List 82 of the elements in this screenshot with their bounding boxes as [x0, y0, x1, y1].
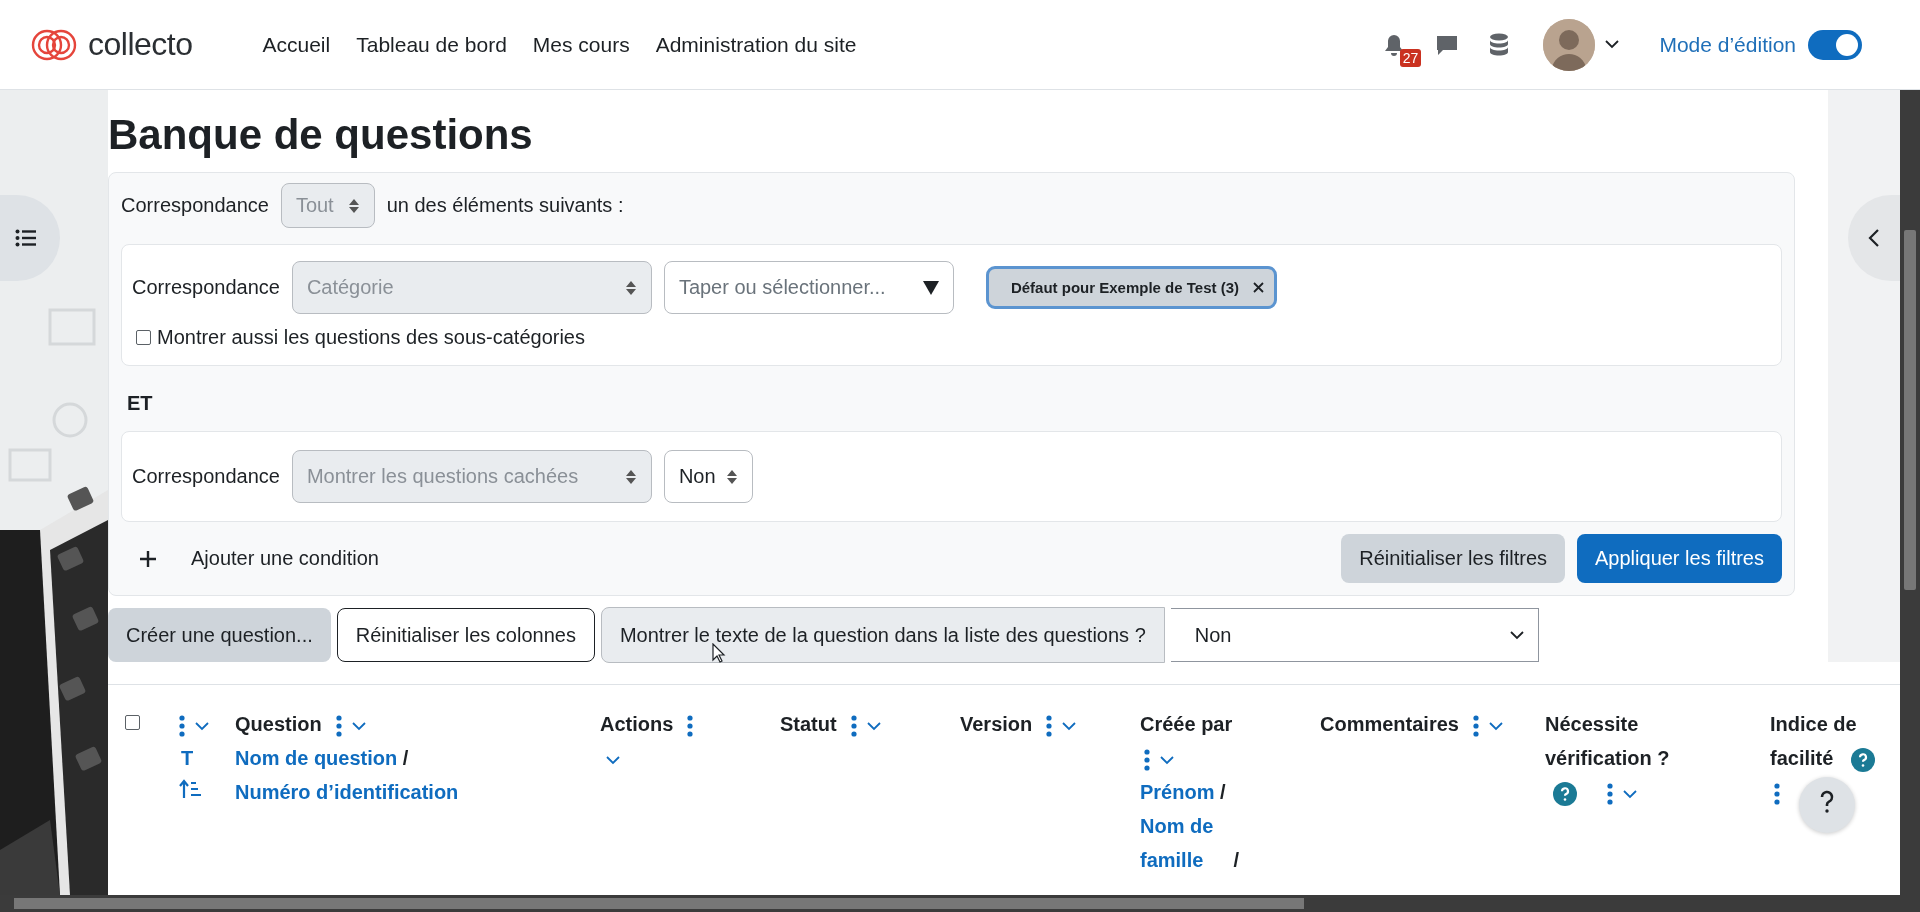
chevron-down-icon: [1160, 755, 1174, 765]
sort-link[interactable]: T: [181, 741, 194, 776]
match-suffix: un des éléments suivants :: [386, 194, 624, 218]
show-text-select[interactable]: Non: [1170, 608, 1539, 663]
add-condition-button[interactable]: Ajouter une condition: [121, 539, 397, 579]
column-header: Commentaires: [1320, 713, 1459, 736]
select-label: Montrer le texte de la question dans la liste des questions ?: [600, 607, 1165, 664]
nav-link[interactable]: Tableau de bord: [356, 32, 507, 57]
reset-columns-button[interactable]: Réinitialiser les colonnes: [336, 608, 595, 663]
column-header: Statut: [780, 713, 837, 736]
chevron-down-icon: [351, 721, 366, 731]
reset-filters-button[interactable]: Réinitialiser les filtres: [1341, 534, 1566, 584]
checkbox[interactable]: [136, 330, 151, 346]
chevron-down-icon: [195, 721, 209, 731]
nav-link[interactable]: Accueil: [262, 32, 331, 57]
chevron-down-icon: [1509, 630, 1524, 640]
help-icon[interactable]: [1851, 748, 1876, 773]
select-all-checkbox[interactable]: [125, 715, 140, 731]
separator: /: [1233, 849, 1240, 872]
filter-chip[interactable]: Défaut pour Exemple de Test (3): [985, 266, 1277, 310]
kebab-icon: [687, 715, 694, 738]
sort-link[interactable]: Nom de famille: [1140, 809, 1228, 878]
close-icon: [1253, 282, 1264, 294]
edit-mode-label: Mode d’édition: [1659, 32, 1796, 57]
kebab-icon: [1472, 715, 1479, 738]
edit-mode-switch[interactable]: [1808, 29, 1862, 60]
create-question-button[interactable]: Créer une question...: [108, 608, 331, 663]
kebab-icon: [1607, 783, 1613, 806]
kebab-icon: [850, 715, 857, 738]
value-select[interactable]: Non: [663, 450, 753, 504]
nav-link[interactable]: Administration du site: [655, 32, 857, 57]
chevron-down-icon[interactable]: [1605, 40, 1620, 49]
database-icon: [1489, 32, 1510, 57]
chevron-down-icon: [606, 755, 620, 765]
notification-badge: 27: [1399, 48, 1422, 67]
cursor-icon: [712, 643, 726, 663]
kebab-icon: [1774, 783, 1780, 806]
kebab-icon: [1046, 715, 1053, 738]
separator: /: [1220, 781, 1226, 804]
apply-filters-button[interactable]: Appliquer les filtres: [1577, 534, 1782, 584]
checkbox-label: Montrer aussi les questions des sous-catégories: [157, 326, 585, 350]
condition-label: Correspondance: [132, 465, 280, 489]
logo-icon: [30, 27, 78, 62]
column-header: Version: [960, 713, 1033, 736]
question-mark-icon: [1819, 790, 1835, 814]
chevron-down-icon: [1623, 789, 1637, 799]
sort-ascending-icon: [179, 779, 203, 800]
logo-text: collecto: [88, 26, 193, 63]
column-header: Indice de facilité: [1770, 713, 1857, 770]
sort-arrows-icon: [624, 279, 637, 296]
kebab-icon: [1144, 749, 1150, 772]
list-icon: [15, 229, 37, 247]
chevron-down-icon: [866, 721, 881, 731]
chevron-down-icon: [1488, 721, 1503, 731]
sort-arrows-icon: [725, 468, 738, 485]
sort-arrows-icon: [624, 468, 637, 485]
sort-link[interactable]: Prénom: [1140, 775, 1215, 810]
nav-link[interactable]: Mes cours: [532, 32, 630, 57]
column-header: Nécessite vérification ?: [1545, 713, 1670, 770]
sort-link[interactable]: Numéro d’identification: [235, 775, 459, 810]
column-header: Créée par: [1140, 713, 1233, 736]
joiner-label: ET: [127, 392, 153, 415]
column-header: Actions: [600, 713, 674, 736]
kebab-icon: [179, 715, 185, 738]
help-icon[interactable]: [1553, 782, 1577, 807]
sort-link[interactable]: Nom de question: [235, 741, 398, 776]
condition-label: Correspondance: [132, 276, 280, 300]
sort-arrows-icon: [347, 197, 360, 214]
scrollbar[interactable]: [1900, 90, 1920, 895]
page-title: Banque de questions: [108, 110, 534, 160]
chat-icon: [1435, 33, 1460, 56]
scrollbar[interactable]: [0, 895, 1920, 912]
separator: /: [402, 747, 409, 770]
search-field[interactable]: Taper ou sélectionner...: [663, 261, 954, 315]
dropdown-icon: [922, 280, 939, 295]
plus-icon: [139, 549, 157, 568]
column-header: Question: [235, 713, 322, 736]
kebab-icon: [335, 715, 342, 738]
help-button[interactable]: [1799, 777, 1855, 833]
match-label: Correspondance: [121, 194, 269, 218]
chevron-left-icon: [1868, 228, 1880, 248]
chevron-down-icon: [1062, 721, 1077, 731]
